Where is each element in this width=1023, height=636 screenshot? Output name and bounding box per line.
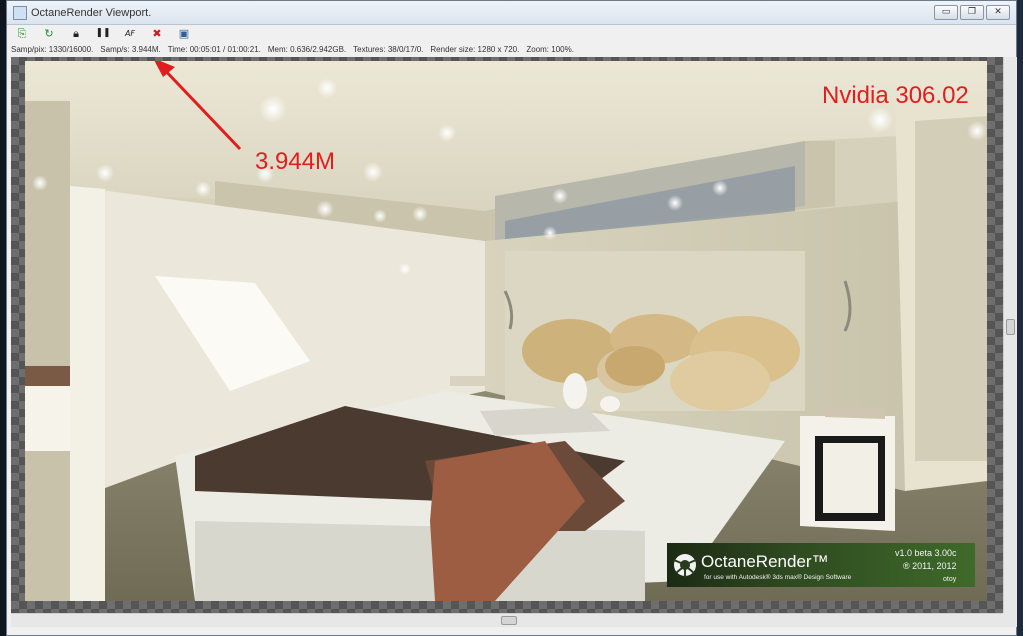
send-scene-button[interactable]: ⎘ [11, 26, 33, 42]
zoom-level: Zoom: 100%. [526, 44, 574, 54]
logo-copyright: ® 2011, 2012 [903, 561, 957, 571]
horizontal-scrollbar[interactable] [11, 613, 1003, 627]
samples-per-second: Samp/s: 3.944M. [100, 44, 161, 54]
stop-icon: ✖ [152, 27, 162, 40]
autofocus-button[interactable]: AF [119, 26, 141, 42]
vertical-scrollbar[interactable] [1003, 57, 1017, 623]
settings-screen-icon: ▣ [178, 27, 190, 40]
toolbar: ⎘ ↻ 🔒︎ ❚❚ AF ✖ ▣ [7, 25, 1016, 42]
horizontal-scroll-thumb[interactable] [501, 616, 517, 625]
send-scene-icon: ⎘ [17, 27, 27, 40]
pause-icon: ❚❚ [95, 28, 111, 38]
logo-brand: otoy [943, 576, 957, 583]
vertical-scroll-thumb[interactable] [1006, 319, 1015, 335]
logo-name: OctaneRender™ [701, 552, 829, 571]
window-controls: ▭ ❐ ✕ [934, 5, 1010, 20]
stop-render-button[interactable]: ✖ [146, 26, 168, 42]
resize-grip[interactable] [1003, 613, 1017, 627]
rendered-image: 3.944M Nvidia 306.02 OctaneRender™ for u… [25, 61, 987, 601]
pause-button[interactable]: ❚❚ [92, 26, 114, 42]
lock-button[interactable]: 🔒︎ [65, 26, 87, 42]
octanerender-logo-banner: OctaneRender™ for use with Autodesk® 3ds… [667, 543, 975, 587]
restart-render-button[interactable]: ↻ [38, 26, 60, 42]
samples-per-pixel: Samp/pix: 1330/16000. [11, 44, 94, 54]
speed-callout-label: 3.944M [255, 148, 335, 175]
close-button[interactable]: ✕ [986, 5, 1010, 20]
restart-icon: ↻ [44, 27, 54, 40]
display-settings-button[interactable]: ▣ [173, 26, 195, 42]
af-focus-icon: AF [124, 28, 136, 38]
render-time: Time: 00:05:01 / 01:00:21. [167, 44, 261, 54]
logo-version: v1.0 beta 3.00c [895, 548, 957, 558]
bedroom-render: 3.944M Nvidia 306.02 OctaneRender™ for u… [25, 61, 987, 601]
lock-icon: 🔒︎ [73, 27, 79, 40]
gpu-driver-label: Nvidia 306.02 [822, 82, 969, 109]
octane-viewport-window: OctaneRender Viewport. ▭ ❐ ✕ ⎘ ↻ 🔒︎ ❚❚ A… [6, 0, 1017, 636]
restore-button[interactable]: ❐ [960, 5, 984, 20]
app-icon [13, 5, 27, 20]
render-size: Render size: 1280 x 720. [430, 44, 520, 54]
memory-usage: Mem: 0.636/2.942GB. [267, 44, 347, 54]
window-title: OctaneRender Viewport. [31, 6, 152, 19]
title-bar[interactable]: OctaneRender Viewport. ▭ ❐ ✕ [7, 1, 1016, 25]
logo-tagline: for use with Autodesk® 3ds max® Design S… [704, 573, 852, 581]
render-status-bar: Samp/pix: 1330/16000. Samp/s: 3.944M. Ti… [7, 42, 1016, 56]
render-viewport[interactable]: 3.944M Nvidia 306.02 OctaneRender™ for u… [11, 57, 1003, 623]
texture-count: Textures: 38/0/17/0. [353, 44, 424, 54]
minimize-button[interactable]: ▭ [934, 5, 958, 20]
